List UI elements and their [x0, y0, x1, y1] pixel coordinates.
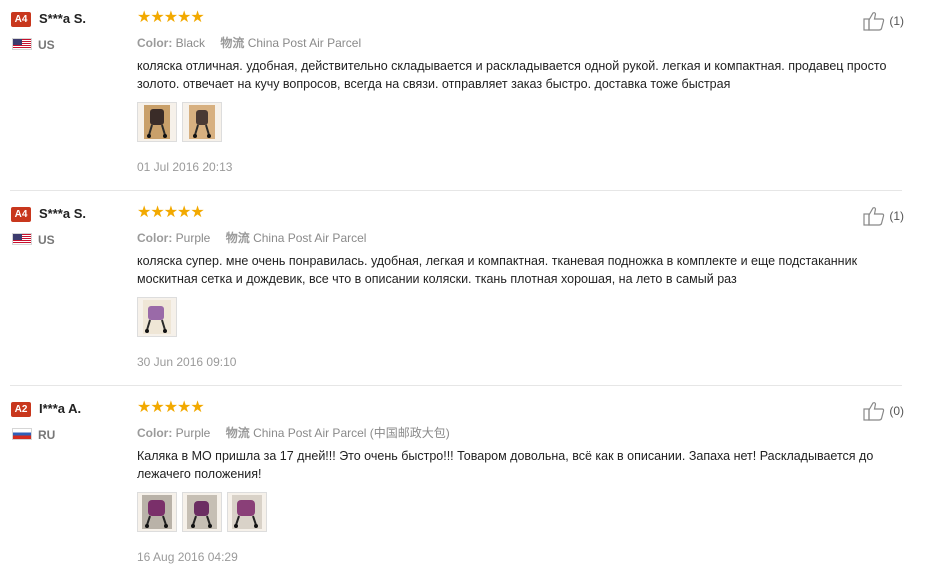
us-flag-icon	[12, 38, 32, 50]
review-date: 16 Aug 2016 04:29	[137, 550, 238, 564]
shipping-label: 物流	[225, 426, 250, 440]
review-text: Каляка в МО пришла за 17 дней!!! Это оче…	[137, 449, 874, 481]
reviewer-name: S***a S.	[39, 11, 86, 26]
review-photos	[137, 297, 177, 337]
helpful-count: (1)	[889, 14, 904, 28]
helpful-button[interactable]: (1)	[863, 11, 904, 31]
reviewer-country: RU	[38, 428, 56, 442]
color-value: Black	[175, 36, 206, 50]
review-date: 01 Jul 2016 20:13	[137, 160, 233, 174]
review-item: A4 S***a S. US ★★★★★ Color: Black 物流 Chi…	[0, 0, 925, 195]
stroller-photo-icon	[232, 495, 262, 529]
review-photos	[137, 102, 222, 142]
review-photo-thumbnail[interactable]	[182, 492, 222, 532]
color-label: Color:	[137, 426, 173, 440]
reviewer-name: I***a A.	[39, 401, 82, 416]
reviewer-name: S***a S.	[39, 206, 86, 221]
ru-flag-icon	[12, 428, 32, 440]
review-item: A4 S***a S. US ★★★★★ Color: Purple 物流 Ch…	[0, 195, 925, 390]
review-photo-thumbnail[interactable]	[182, 102, 222, 142]
stroller-photo-icon	[143, 300, 171, 334]
thumbs-up-icon[interactable]	[863, 11, 885, 31]
shipping-label: 物流	[225, 231, 250, 245]
review-divider	[10, 190, 902, 191]
review-text: коляска отличная. удобная, действительно…	[137, 59, 887, 91]
review-divider	[10, 385, 902, 386]
shipping-value: China Post Air Parcel (中国邮政大包)	[253, 426, 450, 440]
helpful-button[interactable]: (0)	[863, 401, 904, 421]
helpful-count: (0)	[889, 404, 904, 418]
color-label: Color:	[137, 36, 173, 50]
rating-stars: ★★★★★	[137, 9, 205, 26]
buyer-level-badge: A2	[11, 402, 31, 417]
review-meta: Color: Purple 物流 China Post Air Parcel (…	[137, 424, 462, 441]
buyer-level-badge: A4	[11, 12, 31, 27]
us-flag-icon	[12, 233, 32, 245]
color-value: Purple	[175, 426, 211, 440]
shipping-label: 物流	[220, 36, 245, 50]
reviewer-country: US	[38, 38, 55, 52]
rating-stars: ★★★★★	[137, 399, 205, 416]
stroller-photo-icon	[142, 495, 172, 529]
review-photo-thumbnail[interactable]	[137, 297, 177, 337]
review-photos	[137, 492, 267, 532]
buyer-level-badge: A4	[11, 207, 31, 222]
review-date: 30 Jun 2016 09:10	[137, 355, 237, 369]
thumbs-up-icon[interactable]	[863, 206, 885, 226]
review-photo-thumbnail[interactable]	[137, 102, 177, 142]
review-photo-thumbnail[interactable]	[137, 492, 177, 532]
shipping-value: China Post Air Parcel	[247, 36, 362, 50]
review-text: коляска супер. мне очень понравилась. уд…	[137, 254, 858, 286]
review-meta: Color: Black 物流 China Post Air Parcel	[137, 34, 373, 51]
thumbs-up-icon[interactable]	[863, 401, 885, 421]
reviewer-country: US	[38, 233, 55, 247]
review-photo-thumbnail[interactable]	[227, 492, 267, 532]
stroller-photo-icon	[187, 495, 217, 529]
color-value: Purple	[175, 231, 211, 245]
helpful-button[interactable]: (1)	[863, 206, 904, 226]
review-meta: Color: Purple 物流 China Post Air Parcel	[137, 229, 378, 246]
color-label: Color:	[137, 231, 173, 245]
shipping-value: China Post Air Parcel	[253, 231, 367, 245]
stroller-photo-icon	[189, 105, 215, 139]
review-item: A2 I***a A. RU ★★★★★ Color: Purple 物流 Ch…	[0, 390, 925, 585]
helpful-count: (1)	[889, 209, 904, 223]
rating-stars: ★★★★★	[137, 204, 205, 221]
stroller-photo-icon	[144, 105, 170, 139]
